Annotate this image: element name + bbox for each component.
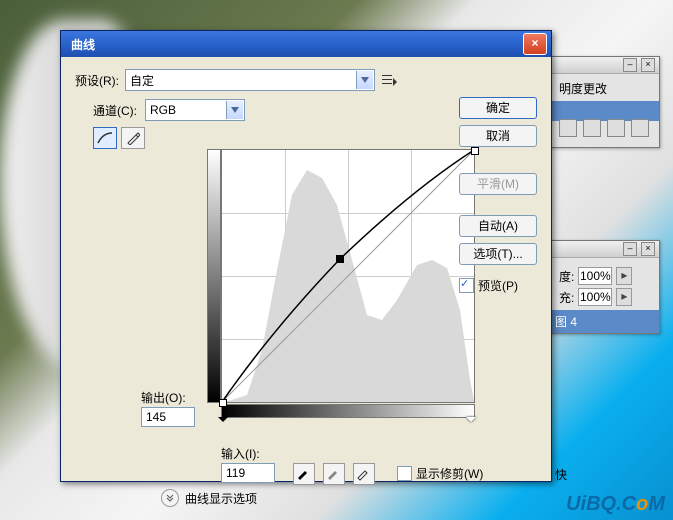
preset-menu-icon[interactable]: [381, 72, 397, 88]
minimize-icon[interactable]: –: [623, 242, 637, 256]
dialog-title: 曲线: [65, 36, 523, 53]
panel-icon-row: [559, 115, 649, 141]
panel-header: – ×: [549, 241, 659, 258]
curve-display-options-row[interactable]: 曲线显示选项: [161, 489, 257, 507]
opacity-label: 度:: [559, 268, 574, 285]
curve-graph[interactable]: [221, 149, 475, 403]
channel-value: RGB: [150, 103, 176, 117]
auto-button[interactable]: 自动(A): [459, 215, 537, 237]
close-button[interactable]: ×: [523, 33, 547, 55]
output-input[interactable]: 145: [141, 407, 195, 427]
history-panel: – × 明度更改: [548, 56, 660, 148]
curve-control-point[interactable]: [336, 255, 344, 263]
panel-icon[interactable]: [559, 119, 577, 137]
smooth-button[interactable]: 平滑(M): [459, 173, 537, 195]
close-icon[interactable]: ×: [641, 58, 655, 72]
dialog-buttons: 确定 取消 平滑(M) 自动(A) 选项(T)... 预览(P): [459, 97, 537, 294]
chevron-down-icon[interactable]: [226, 101, 243, 119]
preview-row: 预览(P): [459, 277, 537, 294]
preview-checkbox[interactable]: [459, 278, 474, 293]
fill-flyout-icon[interactable]: ▸: [616, 288, 632, 306]
dialog-body: 预设(R): 自定 通道(C): RGB: [61, 57, 551, 481]
chevron-down-icon[interactable]: [356, 71, 373, 89]
show-clipping-row: 显示修剪(W): [397, 465, 483, 482]
input-gradient: [221, 404, 475, 418]
panel-icon[interactable]: [631, 119, 649, 137]
opacity-row: 度: 100% ▸: [559, 267, 649, 285]
layer-name: 图 4: [555, 315, 577, 329]
curve-pencil-tool[interactable]: [121, 127, 145, 149]
channel-combo[interactable]: RGB: [145, 99, 245, 121]
input-label: 输入(I):: [221, 445, 260, 462]
minimize-icon[interactable]: –: [623, 58, 637, 72]
expand-icon[interactable]: [161, 489, 179, 507]
show-clipping-checkbox[interactable]: [397, 466, 412, 481]
output-gradient: [207, 149, 221, 403]
history-item[interactable]: 明度更改: [559, 80, 649, 97]
panel-icon[interactable]: [583, 119, 601, 137]
curve-line[interactable]: [222, 150, 474, 402]
opacity-flyout-icon[interactable]: ▸: [616, 267, 632, 285]
ok-button[interactable]: 确定: [459, 97, 537, 119]
preset-label: 预设(R):: [75, 72, 119, 89]
input-input[interactable]: 119: [221, 463, 275, 483]
black-point-handle[interactable]: [218, 417, 228, 427]
eyedropper-group: [293, 463, 375, 485]
layers-panel: – × 度: 100% ▸ 充: 100% ▸ 图 4: [548, 240, 660, 334]
preset-combo[interactable]: 自定: [125, 69, 375, 91]
show-clipping-label: 显示修剪(W): [416, 465, 483, 482]
gray-eyedropper-icon[interactable]: [323, 463, 345, 485]
curve-endpoint-black[interactable]: [219, 399, 227, 407]
curve-display-options-label: 曲线显示选项: [185, 490, 257, 507]
curve-point-tool[interactable]: [93, 127, 117, 149]
layer-selected[interactable]: 图 4: [549, 310, 659, 333]
truncated-text: 快: [555, 466, 567, 483]
white-eyedropper-icon[interactable]: [353, 463, 375, 485]
black-eyedropper-icon[interactable]: [293, 463, 315, 485]
fill-label: 充:: [559, 289, 574, 306]
preset-value: 自定: [130, 72, 154, 89]
opacity-value[interactable]: 100%: [578, 267, 612, 285]
watermark: UiBQ.CoM: [566, 493, 665, 516]
panel-icon[interactable]: [607, 119, 625, 137]
white-point-handle[interactable]: [466, 417, 476, 427]
fill-row: 充: 100% ▸: [559, 288, 649, 306]
panel-header: – ×: [549, 57, 659, 74]
options-button[interactable]: 选项(T)...: [459, 243, 537, 265]
input-slider: [218, 417, 476, 429]
close-icon[interactable]: ×: [641, 242, 655, 256]
fill-value[interactable]: 100%: [578, 288, 612, 306]
preview-label: 预览(P): [478, 277, 518, 294]
cancel-button[interactable]: 取消: [459, 125, 537, 147]
titlebar[interactable]: 曲线 ×: [61, 31, 551, 57]
channel-label: 通道(C):: [93, 102, 137, 119]
output-label: 输出(O):: [141, 389, 186, 406]
curves-dialog: 曲线 × 预设(R): 自定 通道(C): RGB: [60, 30, 552, 482]
preset-row: 预设(R): 自定: [75, 69, 537, 91]
